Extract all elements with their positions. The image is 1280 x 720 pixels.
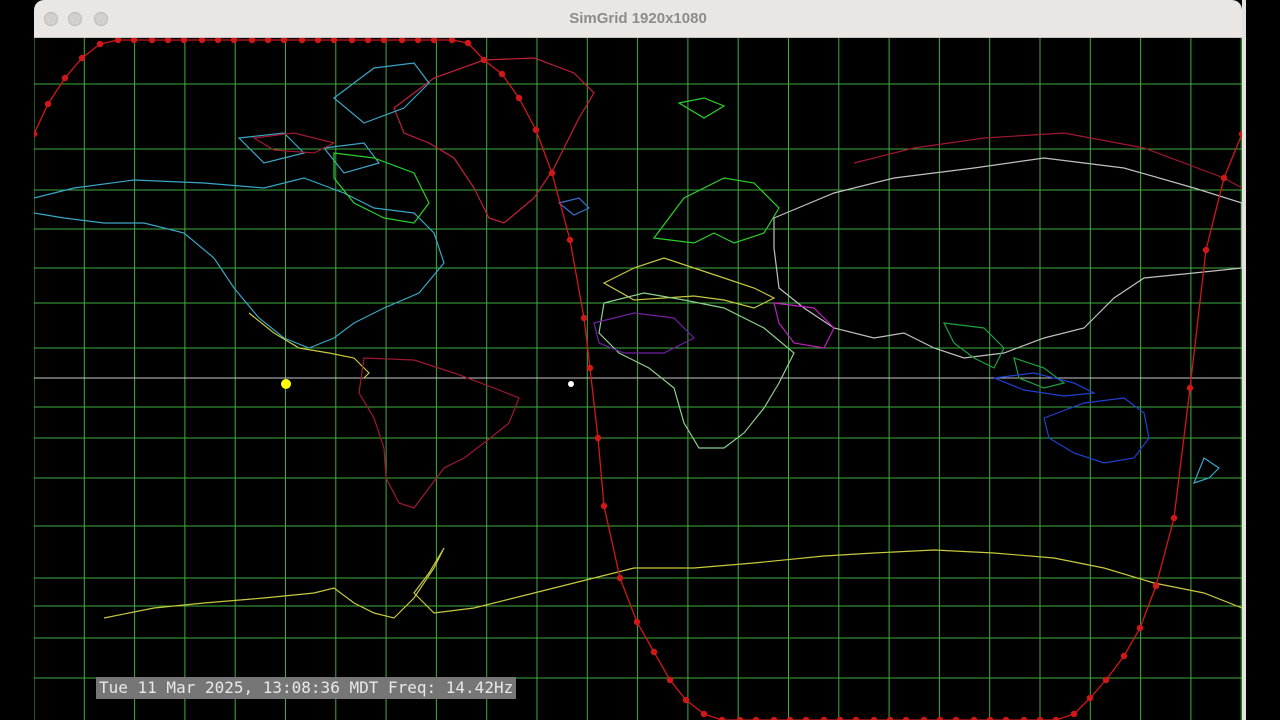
orbit-point (532, 126, 540, 134)
orbit-point (700, 710, 708, 718)
africa-outline (598, 292, 795, 449)
subsolar-point-marker (281, 379, 291, 389)
orbit-point (1220, 174, 1228, 182)
orbit-point (1186, 384, 1194, 392)
orbit-point (586, 364, 594, 372)
orbit-point (264, 38, 272, 44)
orbit-point (414, 38, 422, 44)
orbit-point (44, 100, 52, 108)
orbit-point (580, 314, 588, 322)
orbit-point (666, 676, 674, 684)
orbit-point (633, 618, 641, 626)
orbit-point (1070, 710, 1078, 718)
orbit-point (130, 38, 138, 44)
iceland-outline (557, 197, 591, 216)
orbit-point (164, 38, 172, 44)
orbit-point (515, 94, 523, 102)
orbit-point (448, 38, 456, 44)
orbit-point (1136, 624, 1144, 632)
orbit-point (480, 56, 488, 64)
orbit-point (1202, 246, 1210, 254)
middle-east-outline (773, 302, 835, 349)
orbit-point (78, 54, 86, 62)
orbit-point (280, 38, 288, 44)
indonesia-outline (993, 372, 1097, 397)
window-titlebar[interactable]: SimGrid 1920x1080 (34, 0, 1242, 38)
orbit-point (34, 130, 38, 138)
south-america-outline (358, 357, 520, 509)
status-readout: Tue 11 Mar 2025, 13:08:36 MDT Freq: 14.4… (96, 677, 517, 699)
north-america-inner-outline (333, 152, 430, 224)
orbit-point (230, 38, 238, 44)
sahara-outline (593, 312, 696, 354)
orbit-point (548, 169, 556, 177)
orbit-point (298, 38, 306, 44)
orbit-point (248, 38, 256, 44)
satellite-position-marker (568, 381, 574, 387)
svalbard-outline (677, 97, 726, 119)
orbit-point (114, 38, 122, 44)
asia-outline (773, 157, 1242, 359)
orbit-point (594, 434, 602, 442)
greenland-outline (393, 57, 595, 224)
world-map-svg (34, 38, 1242, 720)
orbit-point (198, 38, 206, 44)
orbit-point (180, 38, 188, 44)
orbit-point (214, 38, 222, 44)
desktop-frame: SimGrid 1920x1080 Tue 11 Mar 2025, 13:08… (0, 0, 1280, 720)
orbit-point (148, 38, 156, 44)
orbit-point (1086, 694, 1094, 702)
orbit-point (314, 38, 322, 44)
orbit-point (600, 502, 608, 510)
orbit-point (682, 696, 690, 704)
north-america-outline (34, 177, 445, 349)
orbit-point (348, 38, 356, 44)
window-edge (1242, 0, 1246, 720)
world-map-canvas[interactable]: Tue 11 Mar 2025, 13:08:36 MDT Freq: 14.4… (34, 38, 1242, 720)
simgrid-window: SimGrid 1920x1080 Tue 11 Mar 2025, 13:08… (34, 0, 1242, 720)
australia-outline (1043, 397, 1150, 464)
orbit-point (96, 40, 104, 48)
central-america-outline (248, 312, 370, 379)
orbit-point (1152, 582, 1160, 590)
window-title: SimGrid 1920x1080 (569, 10, 707, 27)
orbit-point (650, 648, 658, 656)
siberia-outline (853, 132, 1242, 189)
orbit-point (498, 70, 506, 78)
orbit-point (1102, 676, 1110, 684)
lat-lon-grid (34, 38, 1242, 720)
orbit-point (398, 38, 406, 44)
antarctica-outline (103, 547, 1242, 619)
orbit-point (1170, 514, 1178, 522)
orbit-point (61, 74, 69, 82)
orbit-point (616, 574, 624, 582)
orbit-point (566, 236, 574, 244)
orbit-point (1120, 652, 1128, 660)
europe-outline (652, 177, 780, 244)
new-zealand-outline (1192, 457, 1220, 484)
orbit-point (364, 38, 372, 44)
orbit-point (464, 39, 472, 47)
